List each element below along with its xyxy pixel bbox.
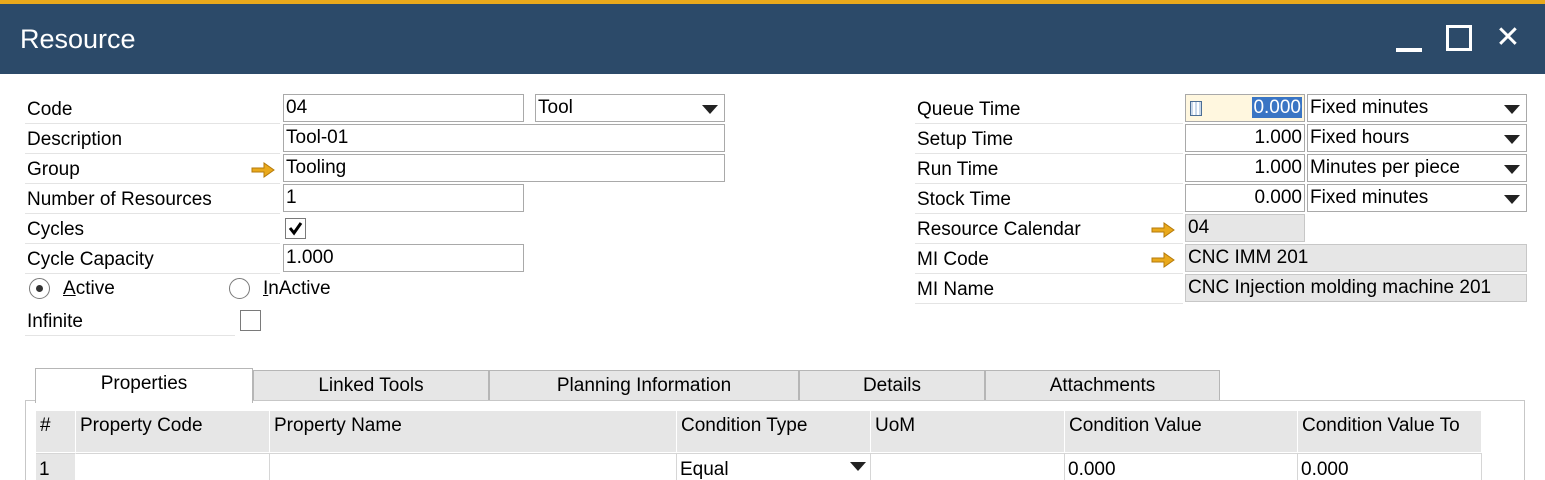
description-label: Description <box>25 125 280 154</box>
setup-time-label: Setup Time <box>915 125 1183 154</box>
condition-value-cell[interactable]: 0.000 <box>1065 453 1298 480</box>
mi-code-field[interactable]: CNC IMM 201 <box>1185 244 1527 272</box>
cycle-capacity-field[interactable]: 1.000 <box>283 244 524 272</box>
mi-code-label: MI Code <box>915 245 1183 274</box>
condition-type-dropdown[interactable]: Equal <box>677 453 871 480</box>
minimize-icon[interactable] <box>1390 18 1430 58</box>
code-label: Code <box>25 95 280 124</box>
stock-time-label: Stock Time <box>915 185 1183 214</box>
checkmark-icon <box>288 222 303 236</box>
tab-planning-information[interactable]: Planning Information <box>489 370 799 402</box>
queue-time-label: Queue Time <box>915 95 1183 124</box>
calculator-icon[interactable] <box>1190 101 1202 116</box>
active-radio[interactable] <box>29 278 50 299</box>
uom-cell[interactable] <box>871 453 1065 480</box>
description-field[interactable]: Tool-01 <box>283 124 725 152</box>
link-arrow-icon[interactable] <box>1151 252 1175 268</box>
property-name-cell[interactable] <box>270 453 677 480</box>
queue-time-field[interactable]: 0.000 <box>1185 94 1305 122</box>
resource-form: Code 04 Tool Description Tool-01 Group T… <box>15 74 1530 480</box>
mi-name-field[interactable]: CNC Injection molding machine 201 <box>1185 274 1527 302</box>
property-code-cell[interactable] <box>76 453 270 480</box>
queue-time-value: 0.000 <box>1252 97 1302 118</box>
cycles-checkbox[interactable] <box>285 218 306 239</box>
cycle-capacity-label: Cycle Capacity <box>25 245 280 274</box>
properties-grid: # Property Code Property Name Condition … <box>36 411 1482 480</box>
infinite-label: Infinite <box>25 307 235 336</box>
column-header-condition-value[interactable]: Condition Value <box>1065 411 1298 452</box>
resource-type-dropdown[interactable]: Tool <box>535 94 725 122</box>
window-title: Resource <box>20 24 136 54</box>
run-time-field[interactable]: 1.000 <box>1185 154 1305 182</box>
stock-time-field[interactable]: 0.000 <box>1185 184 1305 212</box>
column-header-uom[interactable]: UoM <box>871 411 1065 452</box>
cycles-label: Cycles <box>25 215 280 244</box>
link-arrow-icon[interactable] <box>251 162 275 178</box>
group-label: Group <box>25 155 280 184</box>
mi-name-label: MI Name <box>915 275 1183 304</box>
column-header-number[interactable]: # <box>36 411 76 452</box>
setup-time-field[interactable]: 1.000 <box>1185 124 1305 152</box>
column-header-condition-value-to[interactable]: Condition Value To <box>1298 411 1482 452</box>
condition-value-to-cell[interactable]: 0.000 <box>1298 453 1482 480</box>
active-radio-label: Active <box>63 278 115 299</box>
inactive-radio[interactable] <box>229 278 250 299</box>
link-arrow-icon[interactable] <box>1151 222 1175 238</box>
setup-time-unit-dropdown[interactable]: Fixed hours <box>1307 124 1527 152</box>
resource-calendar-label: Resource Calendar <box>915 215 1183 244</box>
inactive-radio-label: InActive <box>263 278 331 299</box>
number-of-resources-label: Number of Resources <box>25 185 280 214</box>
number-of-resources-field[interactable]: 1 <box>283 184 524 212</box>
row-number[interactable]: 1 <box>36 453 76 480</box>
column-header-condition-type[interactable]: Condition Type <box>677 411 871 452</box>
tab-properties[interactable]: Properties <box>35 368 253 403</box>
tab-linked-tools[interactable]: Linked Tools <box>253 370 489 402</box>
properties-panel: # Property Code Property Name Condition … <box>25 400 1525 480</box>
code-field[interactable]: 04 <box>283 94 524 122</box>
column-header-property-name[interactable]: Property Name <box>270 411 677 452</box>
column-header-property-code[interactable]: Property Code <box>76 411 270 452</box>
queue-time-unit-dropdown[interactable]: Fixed minutes <box>1307 94 1527 122</box>
title-bar: Resource ✕ <box>0 4 1545 74</box>
run-time-label: Run Time <box>915 155 1183 184</box>
infinite-checkbox[interactable] <box>240 310 261 331</box>
resource-calendar-field[interactable]: 04 <box>1185 214 1305 242</box>
maximize-icon[interactable] <box>1440 18 1480 58</box>
close-icon[interactable]: ✕ <box>1488 18 1528 58</box>
tab-attachments[interactable]: Attachments <box>985 370 1220 402</box>
tab-details[interactable]: Details <box>799 370 985 402</box>
stock-time-unit-dropdown[interactable]: Fixed minutes <box>1307 184 1527 212</box>
run-time-unit-dropdown[interactable]: Minutes per piece <box>1307 154 1527 182</box>
group-field[interactable]: Tooling <box>283 154 725 182</box>
